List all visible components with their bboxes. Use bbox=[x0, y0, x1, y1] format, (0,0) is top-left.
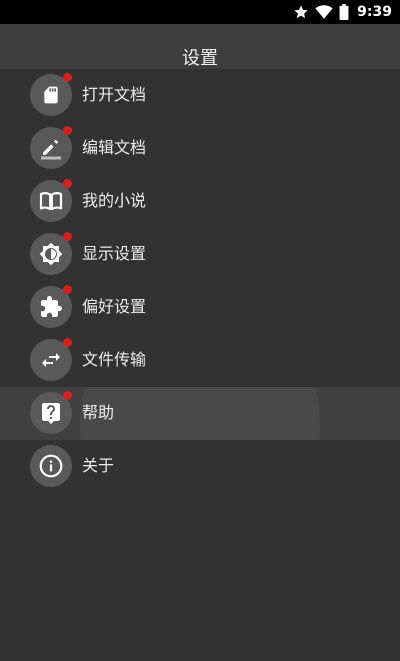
notification-badge bbox=[63, 232, 72, 241]
status-bar: 9:39 bbox=[0, 0, 400, 24]
book-icon bbox=[39, 192, 63, 211]
menu-item-about[interactable]: 关于 bbox=[0, 440, 400, 493]
menu-item-label: 偏好设置 bbox=[82, 297, 147, 316]
notification-badge bbox=[63, 338, 72, 347]
pencil-icon bbox=[41, 139, 61, 160]
sd-card-icon bbox=[44, 86, 58, 104]
brightness-icon bbox=[39, 242, 63, 266]
menu-item-label: 帮助 bbox=[82, 403, 115, 422]
icon-circle bbox=[30, 445, 72, 487]
menu-item-open-document[interactable]: 打开文档 bbox=[0, 69, 400, 122]
menu-item-label: 关于 bbox=[82, 456, 115, 475]
battery-icon bbox=[339, 4, 349, 20]
menu-item-file-transfer[interactable]: 文件传输 bbox=[0, 334, 400, 387]
menu-item-label: 我的小说 bbox=[82, 191, 147, 210]
status-time: 9:39 bbox=[357, 4, 392, 20]
info-icon bbox=[39, 454, 63, 478]
menu-item-help[interactable]: 帮助 bbox=[0, 387, 400, 440]
notification-badge bbox=[63, 126, 72, 135]
notification-badge bbox=[63, 391, 72, 400]
status-icons: 9:39 bbox=[293, 0, 392, 24]
menu-item-label: 文件传输 bbox=[82, 350, 147, 369]
menu-item-label: 编辑文档 bbox=[82, 138, 147, 157]
menu-item-edit-document[interactable]: 编辑文档 bbox=[0, 122, 400, 175]
menu-item-label: 显示设置 bbox=[82, 244, 147, 263]
help-icon bbox=[42, 403, 60, 424]
menu-item-label: 打开文档 bbox=[82, 85, 147, 104]
star-icon bbox=[294, 5, 308, 19]
puzzle-icon bbox=[41, 296, 62, 317]
menu-item-preferences[interactable]: 偏好设置 bbox=[0, 281, 400, 334]
menu-item-my-novels[interactable]: 我的小说 bbox=[0, 175, 400, 228]
transfer-icon bbox=[42, 353, 60, 367]
wifi-icon bbox=[315, 5, 333, 19]
menu-item-display-settings[interactable]: 显示设置 bbox=[0, 228, 400, 281]
notification-badge bbox=[63, 285, 72, 294]
notification-badge bbox=[63, 179, 72, 188]
notification-badge bbox=[63, 73, 72, 82]
settings-menu: 打开文档 编辑文档 我的小说 显示设置 偏好设置 文件传输 帮助 关于 bbox=[0, 69, 400, 493]
title-bar: 设置 bbox=[0, 24, 400, 69]
ripple-effect bbox=[80, 387, 320, 440]
page-title: 设置 bbox=[182, 48, 218, 69]
